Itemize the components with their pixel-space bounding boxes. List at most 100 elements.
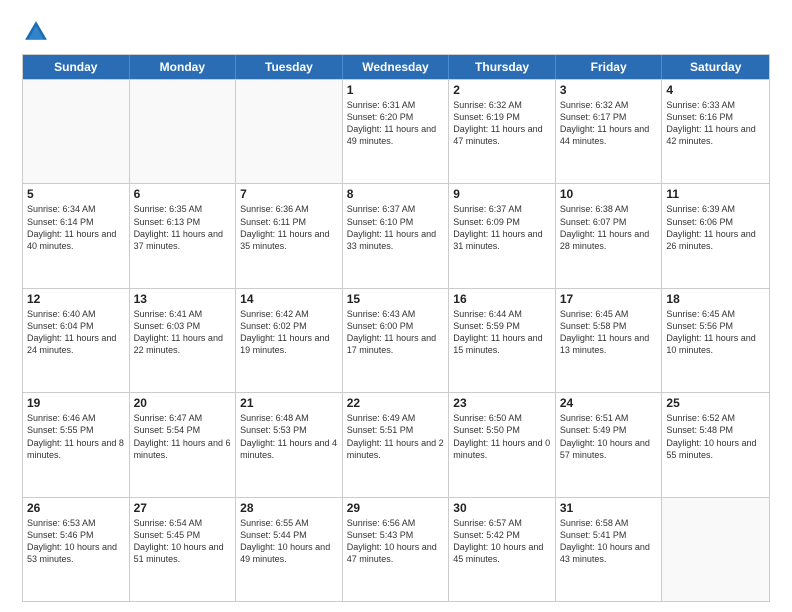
day-number: 12 — [27, 292, 125, 306]
cell-info: Sunrise: 6:31 AMSunset: 6:20 PMDaylight:… — [347, 99, 445, 148]
page: SundayMondayTuesdayWednesdayThursdayFrid… — [0, 0, 792, 612]
calendar-cell-day-28: 28 Sunrise: 6:55 AMSunset: 5:44 PMDayligh… — [236, 498, 343, 601]
day-number: 11 — [666, 187, 765, 201]
cell-info: Sunrise: 6:33 AMSunset: 6:16 PMDaylight:… — [666, 99, 765, 148]
calendar-cell-day-9: 9 Sunrise: 6:37 AMSunset: 6:09 PMDaylight… — [449, 184, 556, 287]
cell-info: Sunrise: 6:42 AMSunset: 6:02 PMDaylight:… — [240, 308, 338, 357]
cell-info: Sunrise: 6:55 AMSunset: 5:44 PMDaylight:… — [240, 517, 338, 566]
calendar-cell-day-23: 23 Sunrise: 6:50 AMSunset: 5:50 PMDayligh… — [449, 393, 556, 496]
cell-info: Sunrise: 6:40 AMSunset: 6:04 PMDaylight:… — [27, 308, 125, 357]
calendar-row-3: 19Sunrise: 6:46 AMSunset: 5:55 PMDayligh… — [23, 392, 769, 496]
day-number: 19 — [27, 396, 125, 410]
calendar-cell-day-22: 22 Sunrise: 6:49 AMSunset: 5:51 PMDayligh… — [343, 393, 450, 496]
day-number: 26 — [27, 501, 125, 515]
day-number: 21 — [240, 396, 338, 410]
calendar-cell-day-17: 17Sunrise: 6:45 AMSunset: 5:58 PMDayligh… — [556, 289, 663, 392]
calendar-body: 1Sunrise: 6:31 AMSunset: 6:20 PMDaylight… — [23, 79, 769, 601]
header — [22, 18, 770, 46]
logo — [22, 18, 54, 46]
header-day-tuesday: Tuesday — [236, 55, 343, 79]
calendar-cell-day-4: 4 Sunrise: 6:33 AMSunset: 6:16 PMDaylight… — [662, 80, 769, 183]
cell-info: Sunrise: 6:50 AMSunset: 5:50 PMDaylight:… — [453, 412, 551, 461]
calendar-cell-day-29: 29 Sunrise: 6:56 AMSunset: 5:43 PMDayligh… — [343, 498, 450, 601]
cell-info: Sunrise: 6:52 AMSunset: 5:48 PMDaylight:… — [666, 412, 765, 461]
logo-icon — [22, 18, 50, 46]
calendar-cell-day-15: 15 Sunrise: 6:43 AMSunset: 6:00 PMDayligh… — [343, 289, 450, 392]
day-number: 8 — [347, 187, 445, 201]
cell-info: Sunrise: 6:45 AMSunset: 5:56 PMDaylight:… — [666, 308, 765, 357]
cell-info: Sunrise: 6:58 AMSunset: 5:41 PMDaylight:… — [560, 517, 658, 566]
day-number: 3 — [560, 83, 658, 97]
calendar-cell-empty — [662, 498, 769, 601]
calendar-cell-day-30: 30Sunrise: 6:57 AMSunset: 5:42 PMDayligh… — [449, 498, 556, 601]
calendar-cell-day-12: 12 Sunrise: 6:40 AMSunset: 6:04 PMDayligh… — [23, 289, 130, 392]
calendar-cell-day-2: 2Sunrise: 6:32 AMSunset: 6:19 PMDaylight… — [449, 80, 556, 183]
cell-info: Sunrise: 6:54 AMSunset: 5:45 PMDaylight:… — [134, 517, 232, 566]
header-day-sunday: Sunday — [23, 55, 130, 79]
cell-info: Sunrise: 6:32 AMSunset: 6:17 PMDaylight:… — [560, 99, 658, 148]
header-day-saturday: Saturday — [662, 55, 769, 79]
cell-info: Sunrise: 6:56 AMSunset: 5:43 PMDaylight:… — [347, 517, 445, 566]
calendar-cell-day-1: 1Sunrise: 6:31 AMSunset: 6:20 PMDaylight… — [343, 80, 450, 183]
cell-info: Sunrise: 6:44 AMSunset: 5:59 PMDaylight:… — [453, 308, 551, 357]
day-number: 22 — [347, 396, 445, 410]
day-number: 4 — [666, 83, 765, 97]
calendar-cell-day-8: 8 Sunrise: 6:37 AMSunset: 6:10 PMDaylight… — [343, 184, 450, 287]
cell-info: Sunrise: 6:38 AMSunset: 6:07 PMDaylight:… — [560, 203, 658, 252]
cell-info: Sunrise: 6:37 AMSunset: 6:10 PMDaylight:… — [347, 203, 445, 252]
calendar-header: SundayMondayTuesdayWednesdayThursdayFrid… — [23, 55, 769, 79]
day-number: 29 — [347, 501, 445, 515]
calendar-cell-empty — [130, 80, 237, 183]
cell-info: Sunrise: 6:49 AMSunset: 5:51 PMDaylight:… — [347, 412, 445, 461]
day-number: 18 — [666, 292, 765, 306]
calendar-cell-day-27: 27 Sunrise: 6:54 AMSunset: 5:45 PMDayligh… — [130, 498, 237, 601]
calendar-cell-day-26: 26 Sunrise: 6:53 AMSunset: 5:46 PMDayligh… — [23, 498, 130, 601]
calendar-cell-day-19: 19Sunrise: 6:46 AMSunset: 5:55 PMDayligh… — [23, 393, 130, 496]
day-number: 14 — [240, 292, 338, 306]
cell-info: Sunrise: 6:47 AMSunset: 5:54 PMDaylight:… — [134, 412, 232, 461]
day-number: 31 — [560, 501, 658, 515]
calendar-row-2: 12 Sunrise: 6:40 AMSunset: 6:04 PMDayligh… — [23, 288, 769, 392]
cell-info: Sunrise: 6:48 AMSunset: 5:53 PMDaylight:… — [240, 412, 338, 461]
day-number: 6 — [134, 187, 232, 201]
header-day-thursday: Thursday — [449, 55, 556, 79]
day-number: 10 — [560, 187, 658, 201]
cell-info: Sunrise: 6:35 AMSunset: 6:13 PMDaylight:… — [134, 203, 232, 252]
calendar-cell-day-24: 24 Sunrise: 6:51 AMSunset: 5:49 PMDayligh… — [556, 393, 663, 496]
day-number: 20 — [134, 396, 232, 410]
day-number: 15 — [347, 292, 445, 306]
calendar-cell-day-14: 14 Sunrise: 6:42 AMSunset: 6:02 PMDayligh… — [236, 289, 343, 392]
day-number: 27 — [134, 501, 232, 515]
day-number: 5 — [27, 187, 125, 201]
calendar-cell-day-13: 13Sunrise: 6:41 AMSunset: 6:03 PMDayligh… — [130, 289, 237, 392]
calendar: SundayMondayTuesdayWednesdayThursdayFrid… — [22, 54, 770, 602]
cell-info: Sunrise: 6:57 AMSunset: 5:42 PMDaylight:… — [453, 517, 551, 566]
cell-info: Sunrise: 6:37 AMSunset: 6:09 PMDaylight:… — [453, 203, 551, 252]
header-day-monday: Monday — [130, 55, 237, 79]
day-number: 7 — [240, 187, 338, 201]
calendar-cell-empty — [236, 80, 343, 183]
cell-info: Sunrise: 6:43 AMSunset: 6:00 PMDaylight:… — [347, 308, 445, 357]
day-number: 16 — [453, 292, 551, 306]
calendar-cell-day-7: 7Sunrise: 6:36 AMSunset: 6:11 PMDaylight… — [236, 184, 343, 287]
cell-info: Sunrise: 6:51 AMSunset: 5:49 PMDaylight:… — [560, 412, 658, 461]
day-number: 28 — [240, 501, 338, 515]
calendar-cell-empty — [23, 80, 130, 183]
day-number: 2 — [453, 83, 551, 97]
day-number: 23 — [453, 396, 551, 410]
calendar-cell-day-6: 6 Sunrise: 6:35 AMSunset: 6:13 PMDaylight… — [130, 184, 237, 287]
day-number: 25 — [666, 396, 765, 410]
calendar-cell-day-18: 18 Sunrise: 6:45 AMSunset: 5:56 PMDayligh… — [662, 289, 769, 392]
day-number: 9 — [453, 187, 551, 201]
day-number: 17 — [560, 292, 658, 306]
header-day-friday: Friday — [556, 55, 663, 79]
calendar-row-0: 1Sunrise: 6:31 AMSunset: 6:20 PMDaylight… — [23, 79, 769, 183]
day-number: 24 — [560, 396, 658, 410]
calendar-cell-day-11: 11Sunrise: 6:39 AMSunset: 6:06 PMDayligh… — [662, 184, 769, 287]
calendar-cell-day-20: 20 Sunrise: 6:47 AMSunset: 5:54 PMDayligh… — [130, 393, 237, 496]
calendar-cell-day-5: 5 Sunrise: 6:34 AMSunset: 6:14 PMDaylight… — [23, 184, 130, 287]
calendar-cell-day-21: 21 Sunrise: 6:48 AMSunset: 5:53 PMDayligh… — [236, 393, 343, 496]
header-day-wednesday: Wednesday — [343, 55, 450, 79]
cell-info: Sunrise: 6:34 AMSunset: 6:14 PMDaylight:… — [27, 203, 125, 252]
cell-info: Sunrise: 6:53 AMSunset: 5:46 PMDaylight:… — [27, 517, 125, 566]
